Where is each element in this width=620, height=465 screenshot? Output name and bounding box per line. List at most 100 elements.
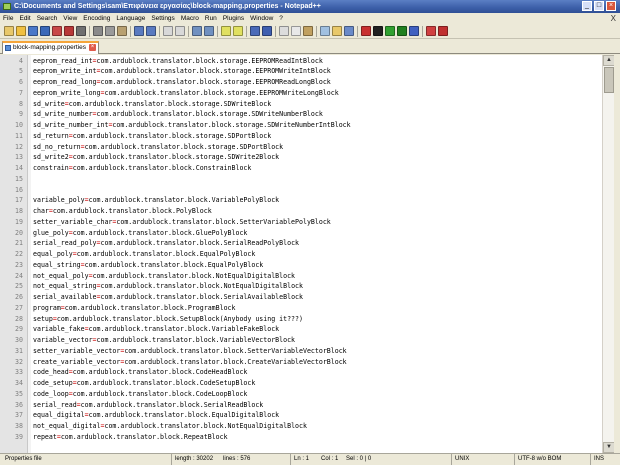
code-line[interactable]: 17 variable_poly=com.ardublock.translator… (0, 195, 602, 206)
code-line[interactable]: 4 eeprom_read_int=com.ardublock.translato… (0, 56, 602, 67)
code-line[interactable]: 28 setup=com.ardublock.translator.block.S… (0, 314, 602, 325)
zoom-out-icon[interactable] (204, 26, 214, 36)
show-all-icon[interactable] (262, 26, 272, 36)
abc-icon[interactable] (438, 26, 448, 36)
code-line[interactable]: 5 eeprom_write_int=com.ardublock.translat… (0, 66, 602, 77)
property-value: com.ardublock.translator.block.storage.S… (72, 153, 280, 162)
save-all-icon[interactable] (40, 26, 50, 36)
new-file-icon[interactable] (4, 26, 14, 36)
code-line[interactable]: 38 not_equal_digital=com.ardublock.transl… (0, 421, 602, 432)
code-line[interactable]: 24 not_equal_poly=com.ardublock.translato… (0, 271, 602, 282)
code-line[interactable]: 32 create_variable_vector=com.ardublock.t… (0, 357, 602, 368)
maximize-button[interactable]: □ (594, 1, 604, 11)
undo-icon[interactable] (134, 26, 144, 36)
save-macro-icon[interactable] (409, 26, 419, 36)
menu-view[interactable]: View (60, 13, 80, 24)
code-line[interactable]: 12 sd_no_return=com.ardublock.translator.… (0, 142, 602, 153)
play-icon[interactable] (385, 26, 395, 36)
indent-guide-icon[interactable] (279, 26, 289, 36)
code-line[interactable]: 37 equal_digital=com.ardublock.translator… (0, 410, 602, 421)
code-line[interactable]: 15 (0, 174, 602, 185)
menu-language[interactable]: Language (113, 13, 148, 24)
replace-icon[interactable] (175, 26, 185, 36)
menu-run[interactable]: Run (202, 13, 220, 24)
code-line[interactable]: 26 serial_available=com.ardublock.transla… (0, 292, 602, 303)
close-icon[interactable] (52, 26, 62, 36)
spellcheck-icon[interactable] (426, 26, 436, 36)
code-line[interactable]: 13 sd_write2=com.ardublock.translator.blo… (0, 152, 602, 163)
property-key: eeprom_read_int (33, 56, 93, 65)
code-line[interactable]: 31 setter_variable_vector=com.ardublock.t… (0, 346, 602, 357)
print-icon[interactable] (76, 26, 86, 36)
sync-h-icon[interactable] (233, 26, 243, 36)
sync-v-icon[interactable] (221, 26, 231, 36)
code-line[interactable]: 11 sd_return=com.ardublock.translator.blo… (0, 131, 602, 142)
cut-icon[interactable] (93, 26, 103, 36)
record-icon[interactable] (361, 26, 371, 36)
property-key: serial_read_poly (33, 239, 97, 248)
menu-macro[interactable]: Macro (178, 13, 202, 24)
code-line[interactable]: 30 variable_vector=com.ardublock.translat… (0, 335, 602, 346)
copy-icon[interactable] (105, 26, 115, 36)
play-multi-icon[interactable] (397, 26, 407, 36)
code-line[interactable]: 14 constrain=com.ardublock.translator.blo… (0, 163, 602, 174)
code-line[interactable]: 23 equal_string=com.ardublock.translator.… (0, 260, 602, 271)
code-line[interactable]: 10 sd_write_number_int=com.ardublock.tran… (0, 120, 602, 131)
property-key: code_head (33, 368, 69, 377)
menu-search[interactable]: Search (34, 13, 61, 24)
code-line[interactable]: 7 eeprom_write_long=com.ardublock.transla… (0, 88, 602, 99)
menu-window[interactable]: Window (247, 13, 276, 24)
line-text: eeprom_read_int=com.ardublock.translator… (33, 56, 323, 67)
tab-block-mapping-properties[interactable]: block-mapping.properties × (2, 41, 99, 54)
func-list-icon[interactable] (320, 26, 330, 36)
code-line[interactable]: 29 variable_fake=com.ardublock.translator… (0, 324, 602, 335)
code-line[interactable]: 36 serial_read=com.ardublock.translator.b… (0, 400, 602, 411)
code-line[interactable]: 9 sd_write_number=com.ardublock.translato… (0, 109, 602, 120)
menu-plugins[interactable]: Plugins (220, 13, 247, 24)
menu-help[interactable]: ? (276, 13, 286, 24)
redo-icon[interactable] (146, 26, 156, 36)
vertical-scrollbar[interactable]: ▲ ▼ (602, 55, 615, 453)
zoom-in-icon[interactable] (192, 26, 202, 36)
minimize-button[interactable]: _ (582, 1, 592, 11)
folder-icon[interactable] (332, 26, 342, 36)
code-line[interactable]: 33 code_head=com.ardublock.translator.blo… (0, 367, 602, 378)
property-key: not_equal_digital (33, 422, 101, 430)
code-line[interactable]: 27 program=com.ardublock.translator.block… (0, 303, 602, 314)
code-line[interactable]: 16 (0, 185, 602, 196)
property-value: com.ardublock.translator.block.CreateVar… (124, 357, 347, 366)
close-window-button[interactable]: × (606, 1, 616, 11)
open-file-icon[interactable] (16, 26, 26, 36)
stop-icon[interactable] (373, 26, 383, 36)
menu-edit[interactable]: Edit (16, 13, 33, 24)
property-value: com.ardublock.translator.block.EqualPoly… (84, 260, 264, 269)
code-line[interactable]: 34 code_setup=com.ardublock.translator.bl… (0, 378, 602, 389)
menu-encoding[interactable]: Encoding (80, 13, 113, 24)
notepadpp-app-icon[interactable] (3, 3, 11, 10)
menu-settings[interactable]: Settings (148, 13, 178, 24)
code-line[interactable]: 39 repeat=com.ardublock.translator.block.… (0, 432, 602, 443)
paste-icon[interactable] (117, 26, 127, 36)
close-all-icon[interactable] (64, 26, 74, 36)
find-icon[interactable] (163, 26, 173, 36)
title-bar[interactable]: C:\Documents and Settings\sam\Επιφάνεια … (0, 0, 620, 13)
code-line[interactable]: 25 not_equal_string=com.ardublock.transla… (0, 281, 602, 292)
code-line[interactable]: 20 glue_poly=com.ardublock.translator.blo… (0, 228, 602, 239)
code-line[interactable]: 18 char=com.ardublock.translator.block.Po… (0, 206, 602, 217)
code-line[interactable]: 6 eeprom_read_long=com.ardublock.translat… (0, 77, 602, 88)
close-document-icon[interactable]: X (611, 13, 616, 24)
monitor-icon[interactable] (344, 26, 354, 36)
lang-icon[interactable] (291, 26, 301, 36)
editor-area[interactable]: 4 eeprom_read_int=com.ardublock.translato… (0, 55, 602, 453)
code-line[interactable]: 35 code_loop=com.ardublock.translator.blo… (0, 389, 602, 400)
code-line[interactable]: 21 serial_read_poly=com.ardublock.transla… (0, 238, 602, 249)
tab-close-icon[interactable]: × (89, 44, 96, 51)
code-line[interactable]: 8 sd_write=com.ardublock.translator.block… (0, 99, 602, 110)
code-line[interactable]: 19 setter_variable_char=com.ardublock.tra… (0, 217, 602, 228)
scrollbar-thumb[interactable] (604, 67, 614, 93)
save-icon[interactable] (28, 26, 38, 36)
word-wrap-icon[interactable] (250, 26, 260, 36)
menu-file[interactable]: File (0, 13, 16, 24)
doc-map-icon[interactable] (303, 26, 313, 36)
code-line[interactable]: 22 equal_poly=com.ardublock.translator.bl… (0, 249, 602, 260)
